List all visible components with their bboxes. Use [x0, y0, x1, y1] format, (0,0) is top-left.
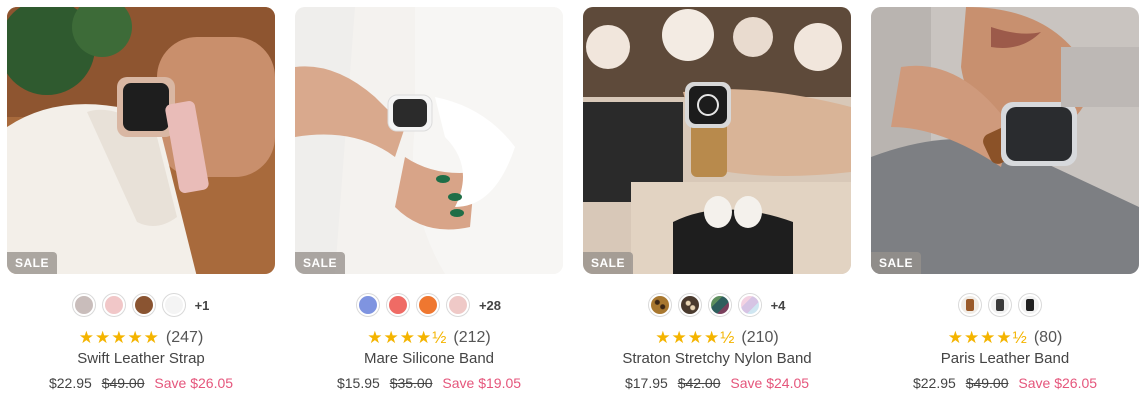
product-title[interactable]: Mare Silicone Band [295, 349, 563, 369]
color-swatches: +28 [295, 293, 563, 317]
sale-badge: SALE [583, 252, 634, 274]
swatch-black-watch[interactable] [1019, 294, 1041, 316]
price-row: $22.95 $49.00 Save $26.05 [871, 373, 1139, 393]
swatch-white[interactable] [162, 294, 185, 316]
swatch-pastel-stripe[interactable] [738, 294, 761, 316]
more-colors-count[interactable]: +1 [195, 298, 210, 313]
watch-icon [1026, 299, 1034, 311]
swatch-black-leopard[interactable] [678, 294, 701, 316]
rating: ★★★★½ (80) [871, 327, 1139, 349]
sale-badge: SALE [295, 252, 346, 274]
product-photo-mare-silicone [295, 7, 563, 274]
compare-at-price: $49.00 [101, 375, 145, 391]
sale-price: $22.95 [48, 375, 92, 391]
product-title[interactable]: Paris Leather Band [871, 349, 1139, 369]
product-title[interactable]: Straton Stretchy Nylon Band [583, 349, 851, 369]
review-count[interactable]: (210) [741, 329, 778, 347]
more-colors-count[interactable]: +4 [771, 298, 786, 313]
watch-icon [966, 299, 974, 311]
price-row: $22.95 $49.00 Save $26.05 [7, 373, 275, 393]
swatch-blush-pink[interactable] [102, 294, 125, 316]
savings-label: Save $19.05 [442, 375, 522, 391]
savings-label: Save $26.05 [1018, 375, 1098, 391]
review-count[interactable]: (247) [166, 329, 203, 347]
swatch-orange[interactable] [416, 294, 439, 316]
product-image[interactable]: SALE [871, 7, 1139, 274]
price-row: $15.95 $35.00 Save $19.05 [295, 373, 563, 393]
savings-label: Save $26.05 [154, 375, 234, 391]
compare-at-price: $49.00 [965, 375, 1009, 391]
star-rating-icon: ★★★★★ [78, 328, 160, 347]
swatch-brown-watch[interactable] [959, 294, 981, 316]
rating: ★★★★½ (212) [295, 327, 563, 349]
swatch-brown[interactable] [132, 294, 155, 316]
rating: ★★★★★ (247) [7, 327, 275, 349]
swatch-periwinkle[interactable] [356, 294, 379, 316]
color-swatches: +1 [7, 293, 275, 317]
star-rating-icon: ★★★★½ [367, 328, 448, 347]
product-card[interactable]: SALE ★★★★½ (80) Paris Leather Band $22.9… [871, 7, 1139, 399]
product-image[interactable]: SALE [583, 7, 851, 274]
color-swatches [871, 293, 1139, 317]
swatch-graphite-watch[interactable] [989, 294, 1011, 316]
product-image[interactable]: SALE [295, 7, 563, 274]
product-photo-paris-leather [871, 7, 1139, 274]
review-count[interactable]: (80) [1034, 329, 1062, 347]
product-photo-straton-nylon [583, 7, 851, 274]
sale-price: $15.95 [336, 375, 380, 391]
compare-at-price: $42.00 [677, 375, 721, 391]
product-card[interactable]: SALE +4 ★★★★½ (210) Straton Stretchy Nyl… [583, 7, 851, 399]
more-colors-count[interactable]: +28 [479, 298, 501, 313]
swatch-teal-stripe[interactable] [708, 294, 731, 316]
product-title[interactable]: Swift Leather Strap [7, 349, 275, 369]
swatch-taupe[interactable] [72, 294, 95, 316]
sale-badge: SALE [871, 252, 922, 274]
sale-badge: SALE [7, 252, 58, 274]
rating: ★★★★½ (210) [583, 327, 851, 349]
product-card[interactable]: SALE +1 ★★★★★ (247) Swift Leather Strap … [7, 7, 275, 399]
price-row: $17.95 $42.00 Save $24.05 [583, 373, 851, 393]
color-swatches: +4 [583, 293, 851, 317]
swatch-light-pink[interactable] [446, 294, 469, 316]
savings-label: Save $24.05 [730, 375, 810, 391]
star-rating-icon: ★★★★½ [947, 328, 1028, 347]
compare-at-price: $35.00 [389, 375, 433, 391]
sale-price: $22.95 [912, 375, 956, 391]
watch-icon [996, 299, 1004, 311]
product-card[interactable]: SALE +28 ★★★★½ (212) Mare Silicone Band … [295, 7, 563, 399]
product-image[interactable]: SALE [7, 7, 275, 274]
review-count[interactable]: (212) [453, 329, 490, 347]
swatch-leopard[interactable] [648, 294, 671, 316]
sale-price: $17.95 [624, 375, 668, 391]
product-photo-swift-leather [7, 7, 275, 274]
star-rating-icon: ★★★★½ [655, 328, 736, 347]
product-grid: SALE +1 ★★★★★ (247) Swift Leather Strap … [0, 0, 1145, 402]
swatch-coral[interactable] [386, 294, 409, 316]
